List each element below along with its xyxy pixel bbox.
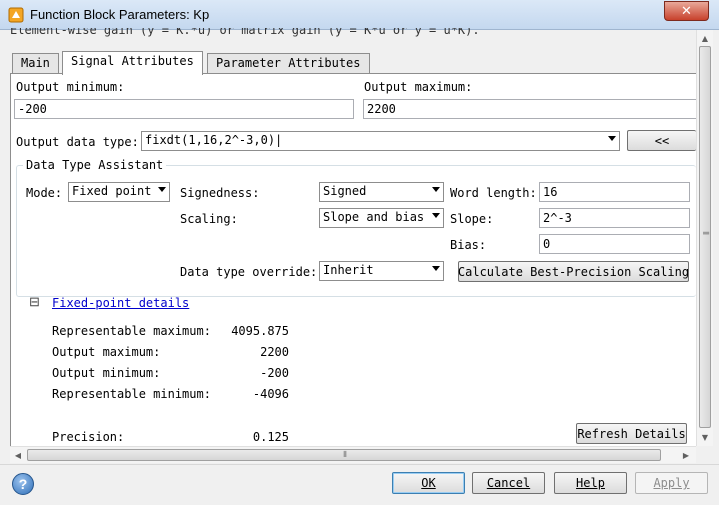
bias-label: Bias: (450, 238, 487, 252)
apply-button[interactable]: Apply (635, 472, 708, 494)
word-length-input[interactable]: 16 (539, 182, 690, 202)
simulink-app-icon (8, 7, 24, 23)
ok-button[interactable]: OK (392, 472, 465, 494)
precision-label: Precision: (52, 430, 125, 444)
representable-maximum-label: Representable maximum: (52, 324, 211, 338)
output-minimum-label: Output minimum: (16, 80, 125, 94)
data-type-override-value: Inherit (323, 263, 374, 277)
tab-parameter-attributes[interactable]: Parameter Attributes (207, 53, 370, 73)
scroll-grip-icon: ⦀ (343, 450, 347, 459)
help-icon[interactable]: ? (12, 473, 34, 495)
scaling-combo[interactable]: Slope and bias (319, 208, 444, 228)
scroll-right-arrow-icon[interactable]: ▶ (678, 447, 694, 463)
cancel-button[interactable]: Cancel (472, 472, 545, 494)
bias-input[interactable]: 0 (539, 234, 690, 254)
signedness-value: Signed (323, 184, 367, 198)
cancel-button-label: Cancel (486, 476, 531, 490)
data-type-assistant-legend: Data Type Assistant (23, 158, 167, 172)
scaling-value: Slope and bias (323, 210, 425, 224)
precision-value: 0.125 (252, 430, 289, 444)
output-maximum-detail-label: Output maximum: (52, 345, 161, 359)
mode-value: Fixed point (72, 184, 152, 198)
output-maximum-label: Output maximum: (364, 80, 473, 94)
chevron-down-icon (608, 136, 616, 141)
output-minimum-input[interactable]: -200 (14, 99, 354, 119)
fixed-point-details-link[interactable]: Fixed-point details (52, 296, 189, 310)
output-maximum-detail-value: 2200 (260, 345, 289, 359)
block-description: Element-wise gain (y = K.*u) or matrix g… (10, 28, 480, 37)
chevron-down-icon (432, 266, 440, 271)
apply-button-label: Apply (653, 476, 690, 490)
chevron-down-icon (158, 187, 166, 192)
ok-button-label: OK (421, 476, 436, 490)
scaling-label: Scaling: (180, 212, 238, 226)
mode-label: Mode: (26, 186, 63, 200)
output-data-type-label: Output data type: (16, 135, 139, 149)
vertical-scroll-thumb[interactable]: ⦀ (699, 46, 711, 428)
horizontal-scrollbar[interactable]: ◀ ⦀ ▶ (10, 446, 696, 463)
slope-input[interactable]: 2^-3 (539, 208, 690, 228)
representable-minimum-value: -4096 (252, 387, 289, 401)
representable-minimum-label: Representable minimum: (52, 387, 211, 401)
scroll-down-arrow-icon[interactable]: ▼ (697, 429, 713, 445)
tab-main[interactable]: Main (12, 53, 59, 73)
footer-divider (0, 464, 719, 465)
data-type-override-combo[interactable]: Inherit (319, 261, 444, 281)
scroll-left-arrow-icon[interactable]: ◀ (10, 447, 26, 463)
horizontal-scroll-thumb[interactable]: ⦀ (27, 449, 661, 461)
vertical-scrollbar[interactable]: ▲ ⦀ ▼ (696, 30, 713, 446)
output-minimum-detail-value: -200 (260, 366, 289, 380)
chevron-down-icon (432, 213, 440, 218)
output-minimum-detail-label: Output minimum: (52, 366, 161, 380)
title-bar: Function Block Parameters: Kp (0, 0, 719, 30)
help-button[interactable]: Help (554, 472, 627, 494)
word-length-label: Word length: (450, 186, 537, 200)
representable-maximum-value: 4095.875 (231, 324, 289, 338)
slope-label: Slope: (450, 212, 494, 226)
output-data-type-combo[interactable]: fixdt(1,16,2^-3,0)| (141, 131, 620, 151)
hide-assistant-button[interactable]: << (627, 130, 696, 151)
scroll-up-arrow-icon[interactable]: ▲ (697, 30, 713, 46)
help-button-label: Help (576, 476, 605, 490)
data-type-override-label: Data type override: (180, 265, 318, 279)
output-data-type-value: fixdt(1,16,2^-3,0)| (145, 133, 283, 147)
scroll-grip-icon: ⦀ (701, 231, 710, 235)
mode-combo[interactable]: Fixed point (68, 182, 170, 202)
refresh-details-button[interactable]: Refresh Details (576, 423, 687, 444)
close-button[interactable]: ✕ (664, 1, 709, 21)
output-maximum-input[interactable]: 2200 (363, 99, 696, 119)
window-title: Function Block Parameters: Kp (30, 7, 210, 22)
calculate-best-precision-button[interactable]: Calculate Best-Precision Scaling (458, 261, 689, 282)
collapse-details-icon[interactable]: ⊟ (29, 294, 40, 310)
tab-signal-attributes[interactable]: Signal Attributes (62, 51, 203, 75)
signedness-combo[interactable]: Signed (319, 182, 444, 202)
signedness-label: Signedness: (180, 186, 260, 200)
chevron-down-icon (432, 187, 440, 192)
